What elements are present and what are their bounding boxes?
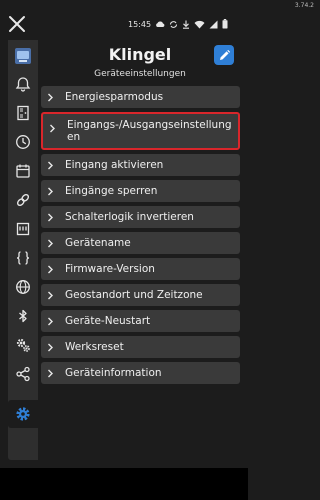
globe-icon[interactable] (8, 273, 38, 301)
door-icon[interactable] (8, 99, 38, 127)
menu-item-geraeteinformation[interactable]: Geräteinformation (41, 362, 240, 384)
close-icon[interactable] (6, 13, 28, 35)
menu-item-geraete-neustart[interactable]: Geräte-Neustart (41, 310, 240, 332)
gears-icon[interactable] (8, 331, 38, 359)
app-version: 3.74.2 (294, 2, 314, 9)
menu-item-schalterlogik-invertieren[interactable]: Schalterlogik invertieren (41, 206, 240, 228)
signal-icon (209, 20, 218, 29)
menu-item-geostandort-zeitzone[interactable]: Geostandort und Zeitzone (41, 284, 240, 306)
link-icon[interactable] (8, 186, 38, 214)
menu-item-label: Schalterlogik invertieren (65, 211, 194, 223)
cloud-icon (155, 20, 165, 28)
menu-item-label: Werksreset (65, 341, 124, 353)
settings-panel: Klingel Geräteeinstellungen Energiesparm… (38, 40, 242, 460)
menu-item-label: Geräteinformation (65, 367, 162, 379)
menu-item-label: Eingänge sperren (65, 185, 158, 197)
menu-item-geraetename[interactable]: Gerätename (41, 232, 240, 254)
menu-item-label: Energiesparmodus (65, 91, 164, 103)
chevron-right-icon (47, 187, 61, 196)
menu-item-eingaenge-sperren[interactable]: Eingänge sperren (41, 180, 240, 202)
chevron-right-icon (49, 124, 63, 133)
menu-item-label: Eingang aktivieren (65, 159, 164, 171)
clock-icon[interactable] (8, 128, 38, 156)
settings-menu: Energiesparmodus Eingangs-/Ausgangseinst… (41, 86, 240, 388)
chevron-right-icon (47, 317, 61, 326)
menu-item-eingang-aktivieren[interactable]: Eingang aktivieren (41, 154, 240, 176)
menu-item-eingangs-ausgangseinstellungen[interactable]: Eingangs-/Ausgangseinstellung en (41, 112, 240, 150)
pencil-icon (219, 49, 230, 60)
menu-item-firmware-version[interactable]: Firmware-Version (41, 258, 240, 280)
status-time: 15:45 (128, 19, 152, 29)
chevron-right-icon (47, 369, 61, 378)
edit-button[interactable] (214, 45, 234, 65)
calendar-icon[interactable] (8, 157, 38, 185)
page-title: Klingel (108, 45, 172, 64)
menu-item-label: Geräte-Neustart (65, 315, 151, 327)
device-avatar-icon[interactable] (8, 42, 38, 70)
status-bar: 15:45 (128, 17, 228, 31)
page-subtitle: Geräteeinstellungen (94, 69, 186, 79)
menu-item-werksreset[interactable]: Werksreset (41, 336, 240, 358)
wifi-icon (194, 20, 205, 29)
battery-icon (222, 19, 228, 29)
chevron-right-icon (47, 239, 61, 248)
display-panel-icon[interactable] (8, 215, 38, 243)
chevron-right-icon (47, 161, 61, 170)
sidebar (8, 40, 38, 430)
menu-item-energiesparmodus[interactable]: Energiesparmodus (41, 86, 240, 108)
settings-gear-icon[interactable] (8, 400, 38, 428)
sync-icon (169, 20, 178, 29)
chevron-right-icon (47, 213, 61, 222)
menu-item-label: Gerätename (65, 237, 131, 249)
top-bar: 15:45 (0, 10, 248, 38)
code-braces-icon[interactable] (8, 244, 38, 272)
menu-item-label: Eingangs-/Ausgangseinstellung en (67, 119, 232, 143)
bottom-bar (0, 468, 248, 500)
menu-item-label: Geostandort und Zeitzone (65, 289, 203, 301)
bell-icon[interactable] (8, 70, 38, 98)
download-icon (182, 20, 190, 29)
chevron-right-icon (47, 343, 61, 352)
chevron-right-icon (47, 265, 61, 274)
chevron-right-icon (47, 93, 61, 102)
menu-item-label: Firmware-Version (65, 263, 155, 275)
chevron-right-icon (47, 291, 61, 300)
share-icon[interactable] (8, 360, 38, 388)
bluetooth-icon[interactable] (8, 302, 38, 330)
